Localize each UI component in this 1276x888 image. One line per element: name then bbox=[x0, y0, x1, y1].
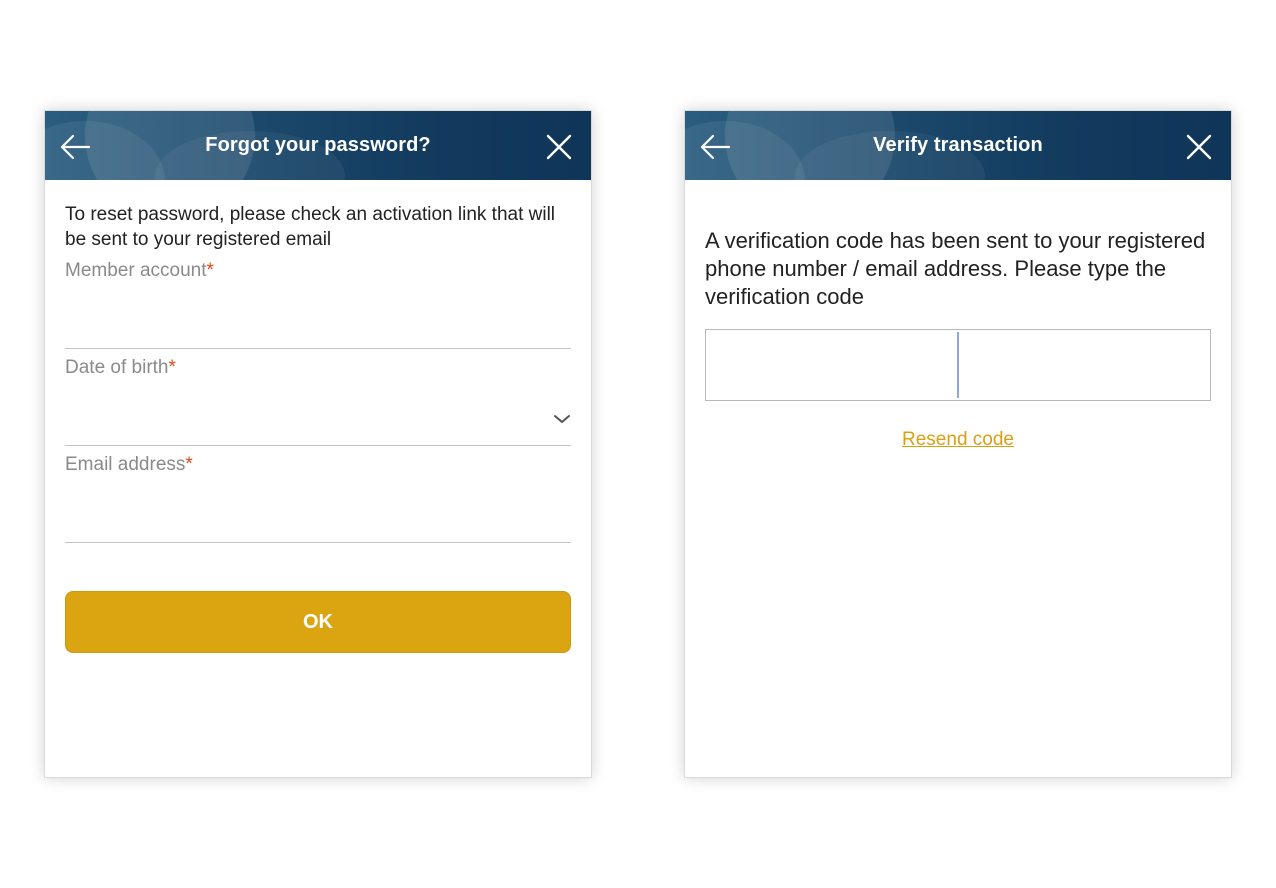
field-label: Member account* bbox=[65, 260, 214, 282]
verification-message: A verification code has been sent to you… bbox=[705, 228, 1206, 309]
member-account-label: Member account bbox=[65, 260, 207, 281]
field-label: Date of birth* bbox=[65, 357, 176, 379]
forgot-password-dialog: Forgot your password? To reset password,… bbox=[44, 110, 592, 778]
dialog-title: Forgot your password? bbox=[205, 134, 431, 156]
close-button[interactable] bbox=[1185, 133, 1213, 161]
resend-code-link[interactable]: Resend code bbox=[705, 429, 1211, 451]
text-cursor bbox=[957, 332, 959, 398]
intro-text: To reset password, please check an activ… bbox=[65, 204, 556, 250]
verify-transaction-dialog: Verify transaction A verification code h… bbox=[684, 110, 1232, 778]
date-of-birth-field[interactable]: Date of birth* bbox=[65, 349, 571, 446]
dialog-title: Verify transaction bbox=[873, 134, 1043, 156]
required-mark: * bbox=[185, 454, 193, 475]
required-mark: * bbox=[168, 357, 176, 378]
email-address-field[interactable]: Email address* bbox=[65, 446, 571, 543]
dialog-header: Verify transaction bbox=[685, 111, 1231, 180]
verification-code-input[interactable] bbox=[705, 329, 1211, 401]
ok-button[interactable]: OK bbox=[65, 591, 571, 653]
date-of-birth-label: Date of birth bbox=[65, 357, 169, 378]
required-mark: * bbox=[206, 260, 214, 281]
close-icon bbox=[546, 134, 572, 160]
dialog-body: A verification code has been sent to you… bbox=[685, 227, 1231, 451]
close-button[interactable] bbox=[545, 133, 573, 161]
chevron-down-icon[interactable] bbox=[553, 413, 571, 425]
member-account-field[interactable]: Member account* bbox=[65, 252, 571, 349]
email-address-label: Email address bbox=[65, 454, 186, 475]
dialog-header: Forgot your password? bbox=[45, 111, 591, 180]
close-icon bbox=[1186, 134, 1212, 160]
dialog-body: To reset password, please check an activ… bbox=[45, 202, 591, 543]
field-label: Email address* bbox=[65, 454, 193, 476]
